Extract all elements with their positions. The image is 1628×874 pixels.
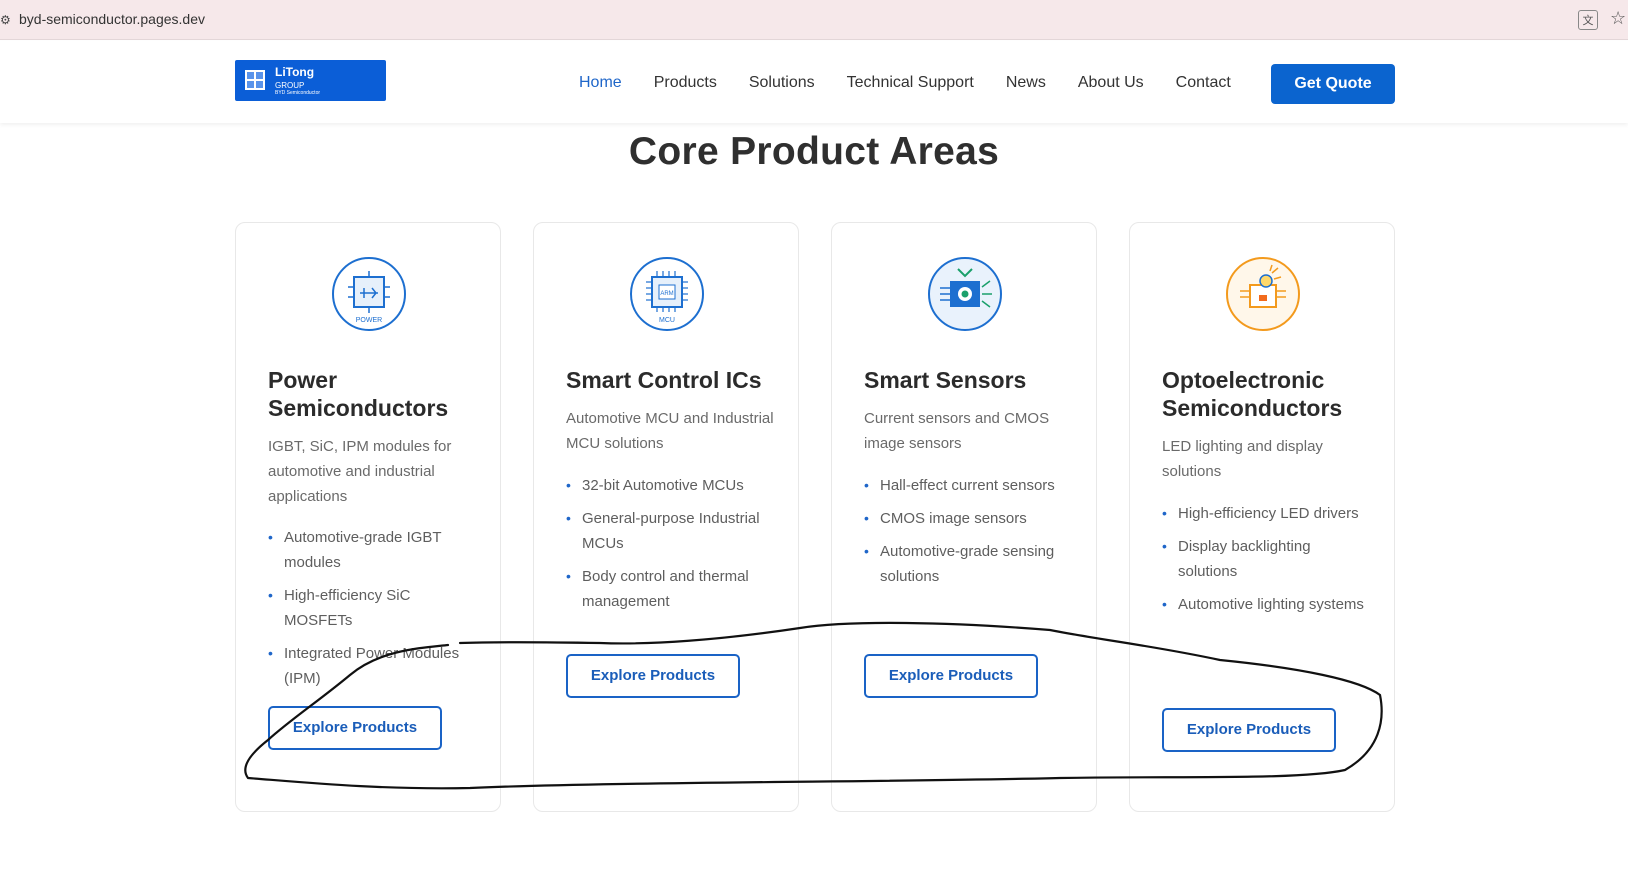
power-chip-icon: POWER xyxy=(332,257,406,331)
logo-line-2: GROUP xyxy=(275,81,305,90)
explore-products-button[interactable]: Explore Products xyxy=(1162,708,1336,752)
main-nav: Home Products Solutions Technical Suppor… xyxy=(579,72,1263,96)
page-info-icon[interactable]: ⚙ xyxy=(0,13,11,27)
product-card-optoelectronic: Optoelectronic Semiconductors LED lighti… xyxy=(1129,222,1395,812)
card-description: IGBT, SiC, IPM modules for automotive an… xyxy=(268,438,452,505)
list-item: • High-efficiency SiC MOSFETs xyxy=(268,587,411,629)
card-title: Optoelectronic Semiconductors xyxy=(1162,367,1343,421)
optoelectronic-icon xyxy=(1226,257,1300,331)
explore-products-button[interactable]: Explore Products xyxy=(566,654,740,698)
get-quote-button[interactable]: Get Quote xyxy=(1271,64,1395,104)
card-description: Current sensors and CMOS image sensors xyxy=(864,410,1050,452)
list-item: • Hall-effect current sensors xyxy=(864,477,1055,494)
feature-list: • Hall-effect current sensors • CMOS image… xyxy=(864,473,1069,597)
explore-products-button[interactable]: Explore Products xyxy=(864,654,1038,698)
logo-grid-icon xyxy=(245,70,265,90)
card-title: Smart Sensors xyxy=(864,367,1027,393)
sensor-icon xyxy=(928,257,1002,331)
card-title: Power Semiconductors xyxy=(268,367,449,421)
card-title: Smart Control ICs xyxy=(566,367,762,393)
section-title: Core Product Areas xyxy=(628,130,1000,173)
site-header: LiTong GROUP BYD Semiconductor Home Prod… xyxy=(0,41,1628,123)
power-icon-label: POWER xyxy=(356,317,382,324)
star-icon[interactable]: ☆ xyxy=(1610,8,1626,28)
nav-news[interactable]: News xyxy=(1006,72,1046,96)
url-text[interactable]: byd-semiconductor.pages.dev xyxy=(19,11,205,27)
nav-solutions[interactable]: Solutions xyxy=(749,72,815,96)
mcu-chip-icon: ARM MCU xyxy=(630,257,704,331)
feature-list: • Automotive-grade IGBT modules • High-eff… xyxy=(268,525,473,699)
list-item: • Display backlighting solutions xyxy=(1162,538,1311,580)
list-item: • High-efficiency LED drivers xyxy=(1162,505,1359,522)
list-item: • Automotive-grade IGBT modules xyxy=(268,529,442,571)
nav-products[interactable]: Products xyxy=(654,72,717,96)
nav-technical-support[interactable]: Technical Support xyxy=(847,72,974,96)
product-card-sensors: Smart Sensors Current sensors and CMOS i… xyxy=(831,222,1097,812)
site-logo[interactable]: LiTong GROUP BYD Semiconductor xyxy=(235,60,386,101)
mcu-chip-text: ARM xyxy=(660,291,673,297)
feature-list: • High-efficiency LED drivers • Display ba… xyxy=(1162,501,1367,625)
list-item: • Automotive lighting systems xyxy=(1162,596,1364,613)
product-card-power: POWER Power Semiconductors IGBT, SiC, IP… xyxy=(235,222,501,812)
list-item: • General-purpose Industrial MCUs xyxy=(566,510,760,552)
explore-products-button[interactable]: Explore Products xyxy=(268,706,442,750)
translate-icon[interactable]: 文 xyxy=(1578,10,1598,30)
product-card-control-ics: ARM MCU Smart Control ICs Automotive MCU… xyxy=(533,222,799,812)
nav-contact[interactable]: Contact xyxy=(1176,72,1231,96)
browser-address-bar: ⚙ byd-semiconductor.pages.dev 文 ☆ xyxy=(0,0,1628,40)
feature-list: • 32-bit Automotive MCUs • General-purpose… xyxy=(566,473,771,622)
list-item: • Body control and thermal management xyxy=(566,568,749,610)
list-item: • 32-bit Automotive MCUs xyxy=(566,477,744,494)
nav-about-us[interactable]: About Us xyxy=(1078,72,1144,96)
list-item: • Integrated Power Modules (IPM) xyxy=(268,645,460,687)
list-item: • Automotive-grade sensing solutions xyxy=(864,543,1055,585)
logo-line-1: LiTong xyxy=(275,65,315,79)
card-description: Automotive MCU and Industrial MCU soluti… xyxy=(566,410,774,452)
logo-line-3: BYD Semiconductor xyxy=(275,90,321,96)
nav-home[interactable]: Home xyxy=(579,72,622,96)
mcu-icon-label: MCU xyxy=(659,317,675,324)
list-item: • CMOS image sensors xyxy=(864,510,1027,527)
card-description: LED lighting and display solutions xyxy=(1162,438,1323,480)
